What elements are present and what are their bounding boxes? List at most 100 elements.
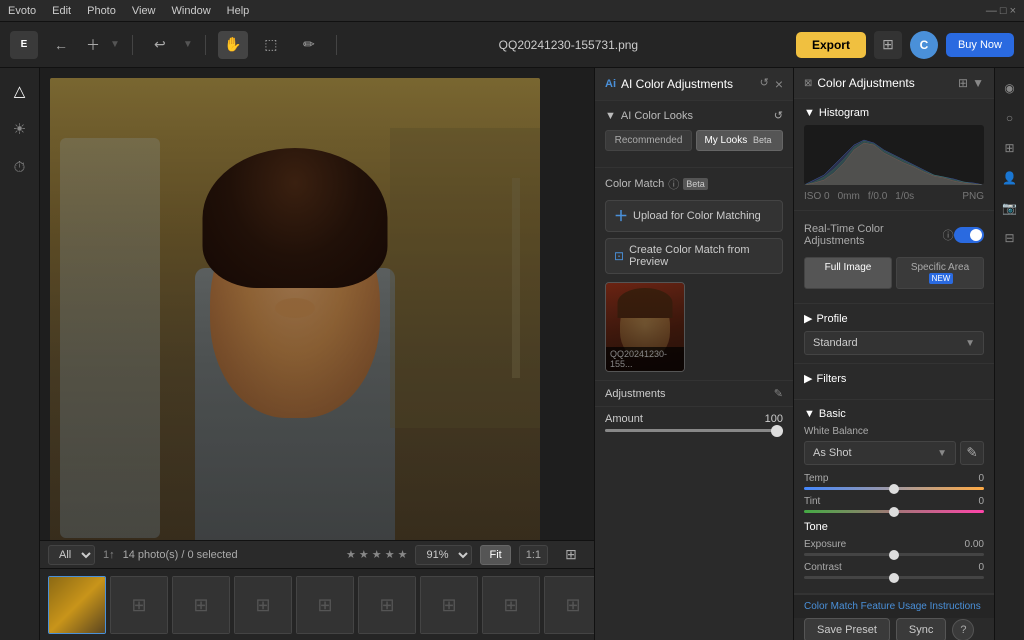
amount-slider-track[interactable]	[605, 429, 783, 432]
ai-color-looks-title[interactable]: ▼ AI Color Looks ↺	[605, 109, 783, 122]
temp-label: Temp	[804, 473, 828, 484]
fit-button[interactable]: Fit	[480, 545, 510, 565]
undo-button[interactable]: ↩	[145, 31, 175, 59]
tint-slider[interactable]	[804, 510, 984, 513]
panel-expand-icon[interactable]: ▼	[972, 76, 984, 90]
temp-value: 0	[978, 473, 984, 484]
contrast-slider[interactable]	[804, 576, 984, 579]
sidebar-icon-history[interactable]: ⏱	[5, 152, 35, 182]
sync-button[interactable]: Sync	[896, 618, 946, 640]
film-thumb-2: ⊞	[173, 577, 229, 633]
amount-slider-thumb[interactable]	[771, 425, 783, 437]
tab-recommended[interactable]: Recommended	[605, 130, 692, 151]
exposure-slider-thumb[interactable]	[889, 550, 899, 560]
looks-reset[interactable]: ↺	[774, 109, 783, 122]
zoom-select[interactable]: 91%	[415, 545, 472, 565]
save-preset-button[interactable]: Save Preset	[804, 618, 890, 640]
right-sidebar-camera[interactable]: 📷	[998, 196, 1022, 220]
right-sidebar-layers[interactable]: ⊟	[998, 226, 1022, 250]
sidebar-icon-photos[interactable]: △	[5, 76, 35, 106]
amount-slider-container	[595, 429, 793, 440]
film-item-6[interactable]: ⊞	[420, 576, 478, 634]
right-sidebar-person[interactable]: 👤	[998, 166, 1022, 190]
histogram-title[interactable]: ▼ Histogram	[804, 107, 984, 119]
profile-dropdown[interactable]: Standard ▼	[804, 331, 984, 355]
menubar: Evoto Edit Photo View Window Help — □ ×	[0, 0, 1024, 22]
menu-view[interactable]: View	[132, 5, 156, 17]
tint-slider-thumb[interactable]	[889, 507, 899, 517]
photo-count: 14 photo(s) / 0 selected	[123, 549, 338, 561]
grid-toggle[interactable]: ⊞	[556, 541, 586, 569]
filters-section: ▶ Filters	[794, 364, 994, 400]
realtime-toggle[interactable]	[954, 227, 984, 243]
upload-button[interactable]: ＋ Upload for Color Matching	[605, 200, 783, 232]
wb-dropdown[interactable]: As Shot ▼	[804, 441, 956, 465]
realtime-toggle-row: Real-Time Color Adjustments ⓘ	[804, 219, 984, 251]
panel-menu-icon[interactable]: ⊞	[958, 76, 968, 90]
contrast-value: 0	[978, 562, 984, 573]
temp-slider-thumb[interactable]	[889, 484, 899, 494]
tab-my-looks[interactable]: My Looks Beta	[696, 130, 783, 151]
help-button[interactable]: ?	[952, 619, 974, 640]
specific-area-btn[interactable]: Specific Area NEW	[896, 257, 984, 289]
app-logo: E	[10, 31, 38, 59]
export-button[interactable]: Export	[796, 32, 866, 58]
panel-icon: ⊠	[804, 78, 812, 89]
wb-value: As Shot	[813, 447, 852, 459]
photo-background	[50, 78, 540, 568]
basic-title[interactable]: ▼ Basic	[804, 408, 984, 420]
reset-button[interactable]: ↺	[760, 76, 769, 92]
filters-title[interactable]: ▶ Filters	[804, 372, 984, 385]
realtime-info[interactable]: ⓘ	[943, 227, 954, 243]
menu-help[interactable]: Help	[227, 5, 250, 17]
contrast-slider-thumb[interactable]	[889, 573, 899, 583]
menu-window[interactable]: Window	[172, 5, 211, 17]
exposure-slider[interactable]	[804, 553, 984, 556]
dropdown-arrow: ▼	[965, 338, 975, 349]
menu-photo[interactable]: Photo	[87, 5, 116, 17]
film-item-2[interactable]: ⊞	[172, 576, 230, 634]
film-item-4[interactable]: ⊞	[296, 576, 354, 634]
star-rating[interactable]: ★ ★ ★ ★ ★	[346, 548, 408, 561]
hand-tool[interactable]: ✋	[218, 31, 248, 59]
filter-select[interactable]: All	[48, 545, 95, 565]
usage-instructions-link[interactable]: Color Match Feature Usage Instructions	[804, 601, 981, 612]
profile-title[interactable]: ▶ Profile	[804, 312, 984, 325]
film-item-7[interactable]: ⊞	[482, 576, 540, 634]
filmstrip-items: ⊞ ⊞ ⊞ ⊞ ⊞ ⊞ ⊞ ⊞	[40, 569, 594, 640]
menu-evoto[interactable]: Evoto	[8, 5, 36, 17]
tone-title: Tone	[804, 521, 984, 533]
gallery-icon[interactable]: ⊞	[874, 31, 902, 59]
right-sidebar-circle[interactable]: ○	[998, 106, 1022, 130]
add-button[interactable]: ＋	[78, 31, 108, 59]
create-button[interactable]: ⊡ Create Color Match from Preview	[605, 238, 783, 274]
film-item-5[interactable]: ⊞	[358, 576, 416, 634]
temp-slider[interactable]	[804, 487, 984, 490]
buy-button[interactable]: Buy Now	[946, 33, 1014, 57]
exposure-label: Exposure	[804, 539, 846, 550]
reference-image[interactable]: QQ20241230-155...	[605, 282, 685, 372]
menu-edit[interactable]: Edit	[52, 5, 71, 17]
user-avatar[interactable]: C	[910, 31, 938, 59]
adjustments-edit-icon[interactable]: ✎	[774, 387, 783, 400]
brush-tool[interactable]: ✏	[294, 31, 324, 59]
adjustments-title: Adjustments	[605, 388, 666, 400]
right-sidebar-grid[interactable]: ⊞	[998, 136, 1022, 160]
sidebar-icon-effects[interactable]: ☀	[5, 114, 35, 144]
back-button[interactable]: ←	[46, 31, 76, 59]
wb-eyedropper[interactable]: ✎	[960, 441, 984, 465]
film-item-3[interactable]: ⊞	[234, 576, 292, 634]
amount-row: Amount 100	[595, 407, 793, 429]
contrast-slider-group: Contrast 0	[804, 562, 984, 579]
basic-arrow: ▼	[804, 408, 815, 420]
crop-tool[interactable]: ⬚	[256, 31, 286, 59]
shutter-speed: 1/0s	[895, 191, 914, 202]
film-item-8[interactable]: ⊞	[544, 576, 594, 634]
right-sidebar-color[interactable]: ◉	[998, 76, 1022, 100]
film-item-1[interactable]: ⊞	[110, 576, 168, 634]
ratio-button[interactable]: 1:1	[519, 545, 548, 565]
full-image-btn[interactable]: Full Image	[804, 257, 892, 289]
film-item-0[interactable]	[48, 576, 106, 634]
close-panel-button[interactable]: ×	[775, 76, 783, 92]
color-match-info[interactable]: ⓘ	[668, 176, 679, 192]
